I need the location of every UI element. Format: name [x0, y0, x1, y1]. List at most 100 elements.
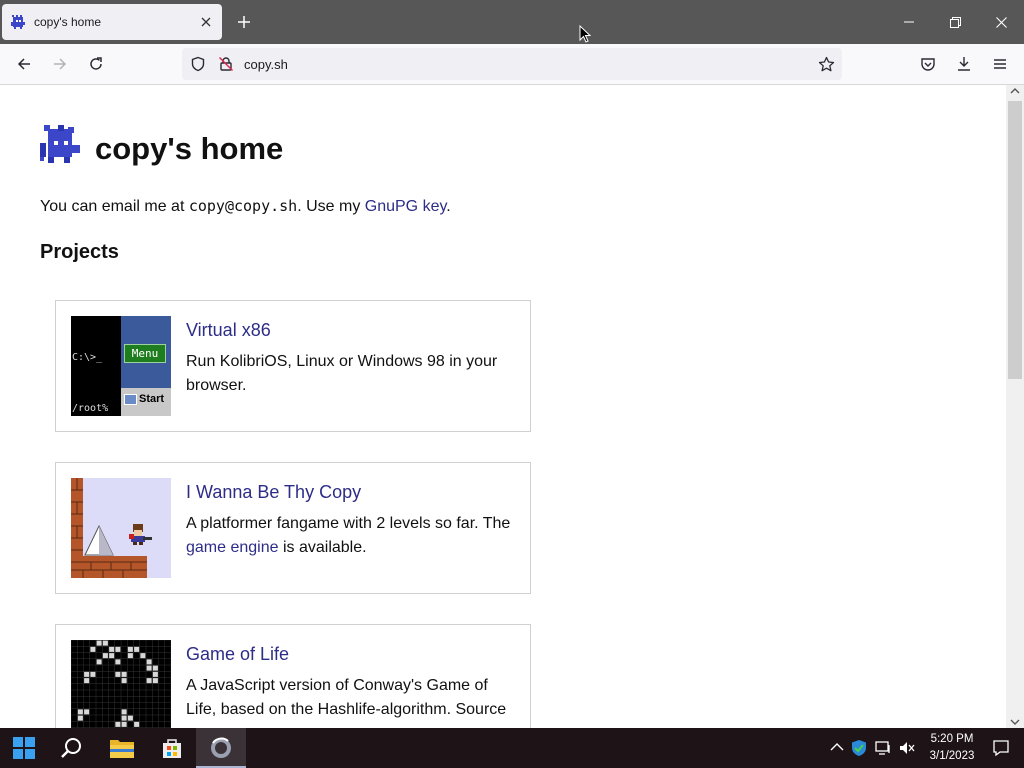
- file-explorer-button[interactable]: [106, 732, 138, 764]
- forward-button[interactable]: [46, 50, 74, 78]
- game-engine-link[interactable]: game engine: [186, 539, 279, 556]
- i-wanna-be-thy-copy-thumbnail[interactable]: [71, 478, 171, 578]
- thumb-menu-text: Menu: [124, 344, 166, 363]
- thumb-path-text: /root%: [72, 403, 109, 414]
- project-card-i-wanna-be-thy-copy: I Wanna Be Thy Copy A platformer fangame…: [55, 462, 531, 594]
- life-cell: [127, 715, 133, 721]
- navigation-toolbar: copy.sh: [0, 44, 1024, 85]
- life-cell: [127, 646, 133, 652]
- life-cell: [127, 653, 133, 659]
- intro-suffix: .: [446, 198, 451, 215]
- shield-icon[interactable]: [190, 56, 206, 72]
- close-window-button[interactable]: [978, 6, 1024, 38]
- minimize-button[interactable]: [886, 6, 932, 38]
- game-of-life-grid-icon: [71, 640, 171, 728]
- restore-button[interactable]: [932, 6, 978, 38]
- reload-icon: [90, 57, 102, 70]
- back-button[interactable]: [10, 50, 38, 78]
- life-cell: [77, 715, 83, 721]
- intro-text: You can email me at copy@copy.sh. Use my…: [40, 197, 451, 216]
- hamburger-menu-icon: [994, 59, 1006, 69]
- gnupg-key-link[interactable]: GnuPG key: [365, 198, 447, 215]
- tab-close-icon[interactable]: [196, 12, 216, 32]
- life-cell: [115, 671, 121, 677]
- site-favicon-icon: [11, 15, 25, 29]
- pocket-button[interactable]: [914, 50, 942, 78]
- life-cell: [102, 653, 108, 659]
- chevron-up-icon[interactable]: [828, 739, 846, 757]
- i-wanna-be-thy-copy-link[interactable]: I Wanna Be Thy Copy: [186, 482, 361, 503]
- virtual-x86-description: Run KolibriOS, Linux or Windows 98 in yo…: [186, 353, 498, 394]
- brick-pattern-icon: [71, 478, 152, 578]
- arrow-left-icon: [17, 58, 30, 70]
- page-scrollbar[interactable]: [1006, 85, 1024, 728]
- game-of-life-thumbnail[interactable]: [71, 640, 171, 728]
- scroll-thumb[interactable]: [1008, 101, 1022, 379]
- downloads-button[interactable]: [950, 50, 978, 78]
- start-button[interactable]: [8, 732, 40, 764]
- page-title: copy's home: [95, 131, 284, 166]
- life-cell: [152, 665, 158, 671]
- life-cell: [121, 709, 127, 715]
- life-cell: [77, 709, 83, 715]
- site-logo-icon: [40, 125, 80, 163]
- life-cell: [84, 678, 90, 684]
- new-tab-button[interactable]: [232, 10, 256, 34]
- folder-icon: [110, 740, 134, 758]
- life-cell: [115, 659, 121, 665]
- store-bag-icon: [163, 739, 181, 758]
- life-cell: [90, 646, 96, 652]
- arrow-right-icon: [54, 58, 67, 70]
- game-of-life-link[interactable]: Game of Life: [186, 644, 289, 665]
- project-card-game-of-life: Game of Life A JavaScript version of Con…: [55, 624, 531, 728]
- insecure-lock-icon[interactable]: [218, 56, 234, 72]
- life-cell: [140, 653, 146, 659]
- scroll-down-icon[interactable]: [1010, 718, 1020, 726]
- life-cell: [84, 709, 90, 715]
- minimize-icon: [904, 21, 914, 23]
- thumb-prompt-text: C:\>_: [72, 352, 103, 363]
- life-cell: [121, 715, 127, 721]
- life-cell: [109, 653, 115, 659]
- virtual-x86-thumbnail[interactable]: C:\>_ Menu /root% Start: [71, 316, 171, 416]
- volume-muted-icon[interactable]: [898, 739, 916, 757]
- address-bar[interactable]: copy.sh: [182, 48, 842, 80]
- life-cell: [121, 671, 127, 677]
- clock-date: 3/1/2023: [929, 750, 975, 762]
- security-shield-icon[interactable]: [850, 739, 868, 757]
- virtual-x86-link[interactable]: Virtual x86: [186, 320, 271, 341]
- browser-app-icon: [211, 737, 231, 758]
- reload-button[interactable]: [82, 50, 110, 78]
- life-cell: [102, 640, 108, 646]
- thumb-start-text: Start: [139, 393, 165, 405]
- email-address: copy@copy.sh: [188, 197, 298, 215]
- project-card-virtual-x86: C:\>_ Menu /root% Start Virtual x86 Run …: [55, 300, 531, 432]
- system-clock[interactable]: 5:20 PM 3/1/2023: [922, 731, 982, 765]
- bookmark-star-icon[interactable]: [818, 56, 835, 73]
- download-icon: [958, 57, 970, 71]
- microsoft-store-button[interactable]: [156, 732, 188, 764]
- clock-time: 5:20 PM: [930, 733, 974, 745]
- pocket-icon: [921, 58, 935, 71]
- projects-heading: Projects: [40, 241, 119, 263]
- life-cell: [146, 659, 152, 665]
- notifications-icon[interactable]: [992, 739, 1010, 757]
- windows-taskbar: 5:20 PM 3/1/2023: [0, 728, 1024, 768]
- life-cell: [90, 671, 96, 677]
- search-icon: [61, 738, 81, 758]
- firefox-taskbar-button[interactable]: [196, 728, 246, 768]
- life-cell: [96, 640, 102, 646]
- plus-icon: [238, 16, 250, 28]
- app-menu-button[interactable]: [986, 50, 1014, 78]
- life-cell: [121, 678, 127, 684]
- life-cell: [146, 665, 152, 671]
- life-cell: [115, 721, 121, 727]
- browser-titlebar: copy's home: [0, 0, 1024, 44]
- network-icon[interactable]: [874, 739, 892, 757]
- mouse-cursor-icon: [579, 25, 591, 43]
- search-button[interactable]: [56, 732, 88, 764]
- tab-active[interactable]: copy's home: [2, 4, 222, 40]
- desc-prefix: A platformer fangame with 2 levels so fa…: [186, 515, 511, 532]
- scroll-up-icon[interactable]: [1010, 87, 1020, 95]
- life-cell: [134, 646, 140, 652]
